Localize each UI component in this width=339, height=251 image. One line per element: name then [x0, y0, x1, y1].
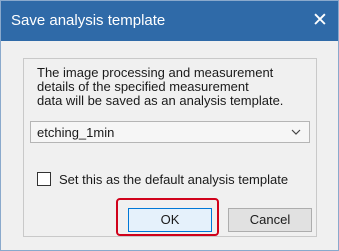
template-select[interactable]: etching_1min	[30, 121, 310, 143]
default-template-checkbox-label[interactable]: Set this as the default analysis templat…	[59, 172, 288, 187]
title-bar: Save analysis template ✕	[1, 1, 338, 41]
template-select-value: etching_1min	[37, 125, 115, 140]
dialog-body: The image processing and measurement det…	[1, 41, 338, 250]
description-line-3: data will be saved as an analysis templa…	[37, 93, 284, 108]
cancel-button[interactable]: Cancel	[228, 208, 312, 232]
default-template-checkbox[interactable]	[37, 172, 51, 186]
description-line-1: The image processing and measurement	[37, 65, 274, 80]
chevron-down-icon	[291, 129, 301, 135]
close-icon[interactable]: ✕	[306, 7, 334, 35]
description-text: The image processing and measurement det…	[37, 66, 307, 108]
save-analysis-template-dialog: Save analysis template ✕ The image proce…	[0, 0, 339, 251]
dialog-title: Save analysis template	[11, 12, 166, 29]
ok-button-highlight	[116, 198, 219, 236]
description-line-2: details of the specified measurement	[37, 79, 249, 94]
